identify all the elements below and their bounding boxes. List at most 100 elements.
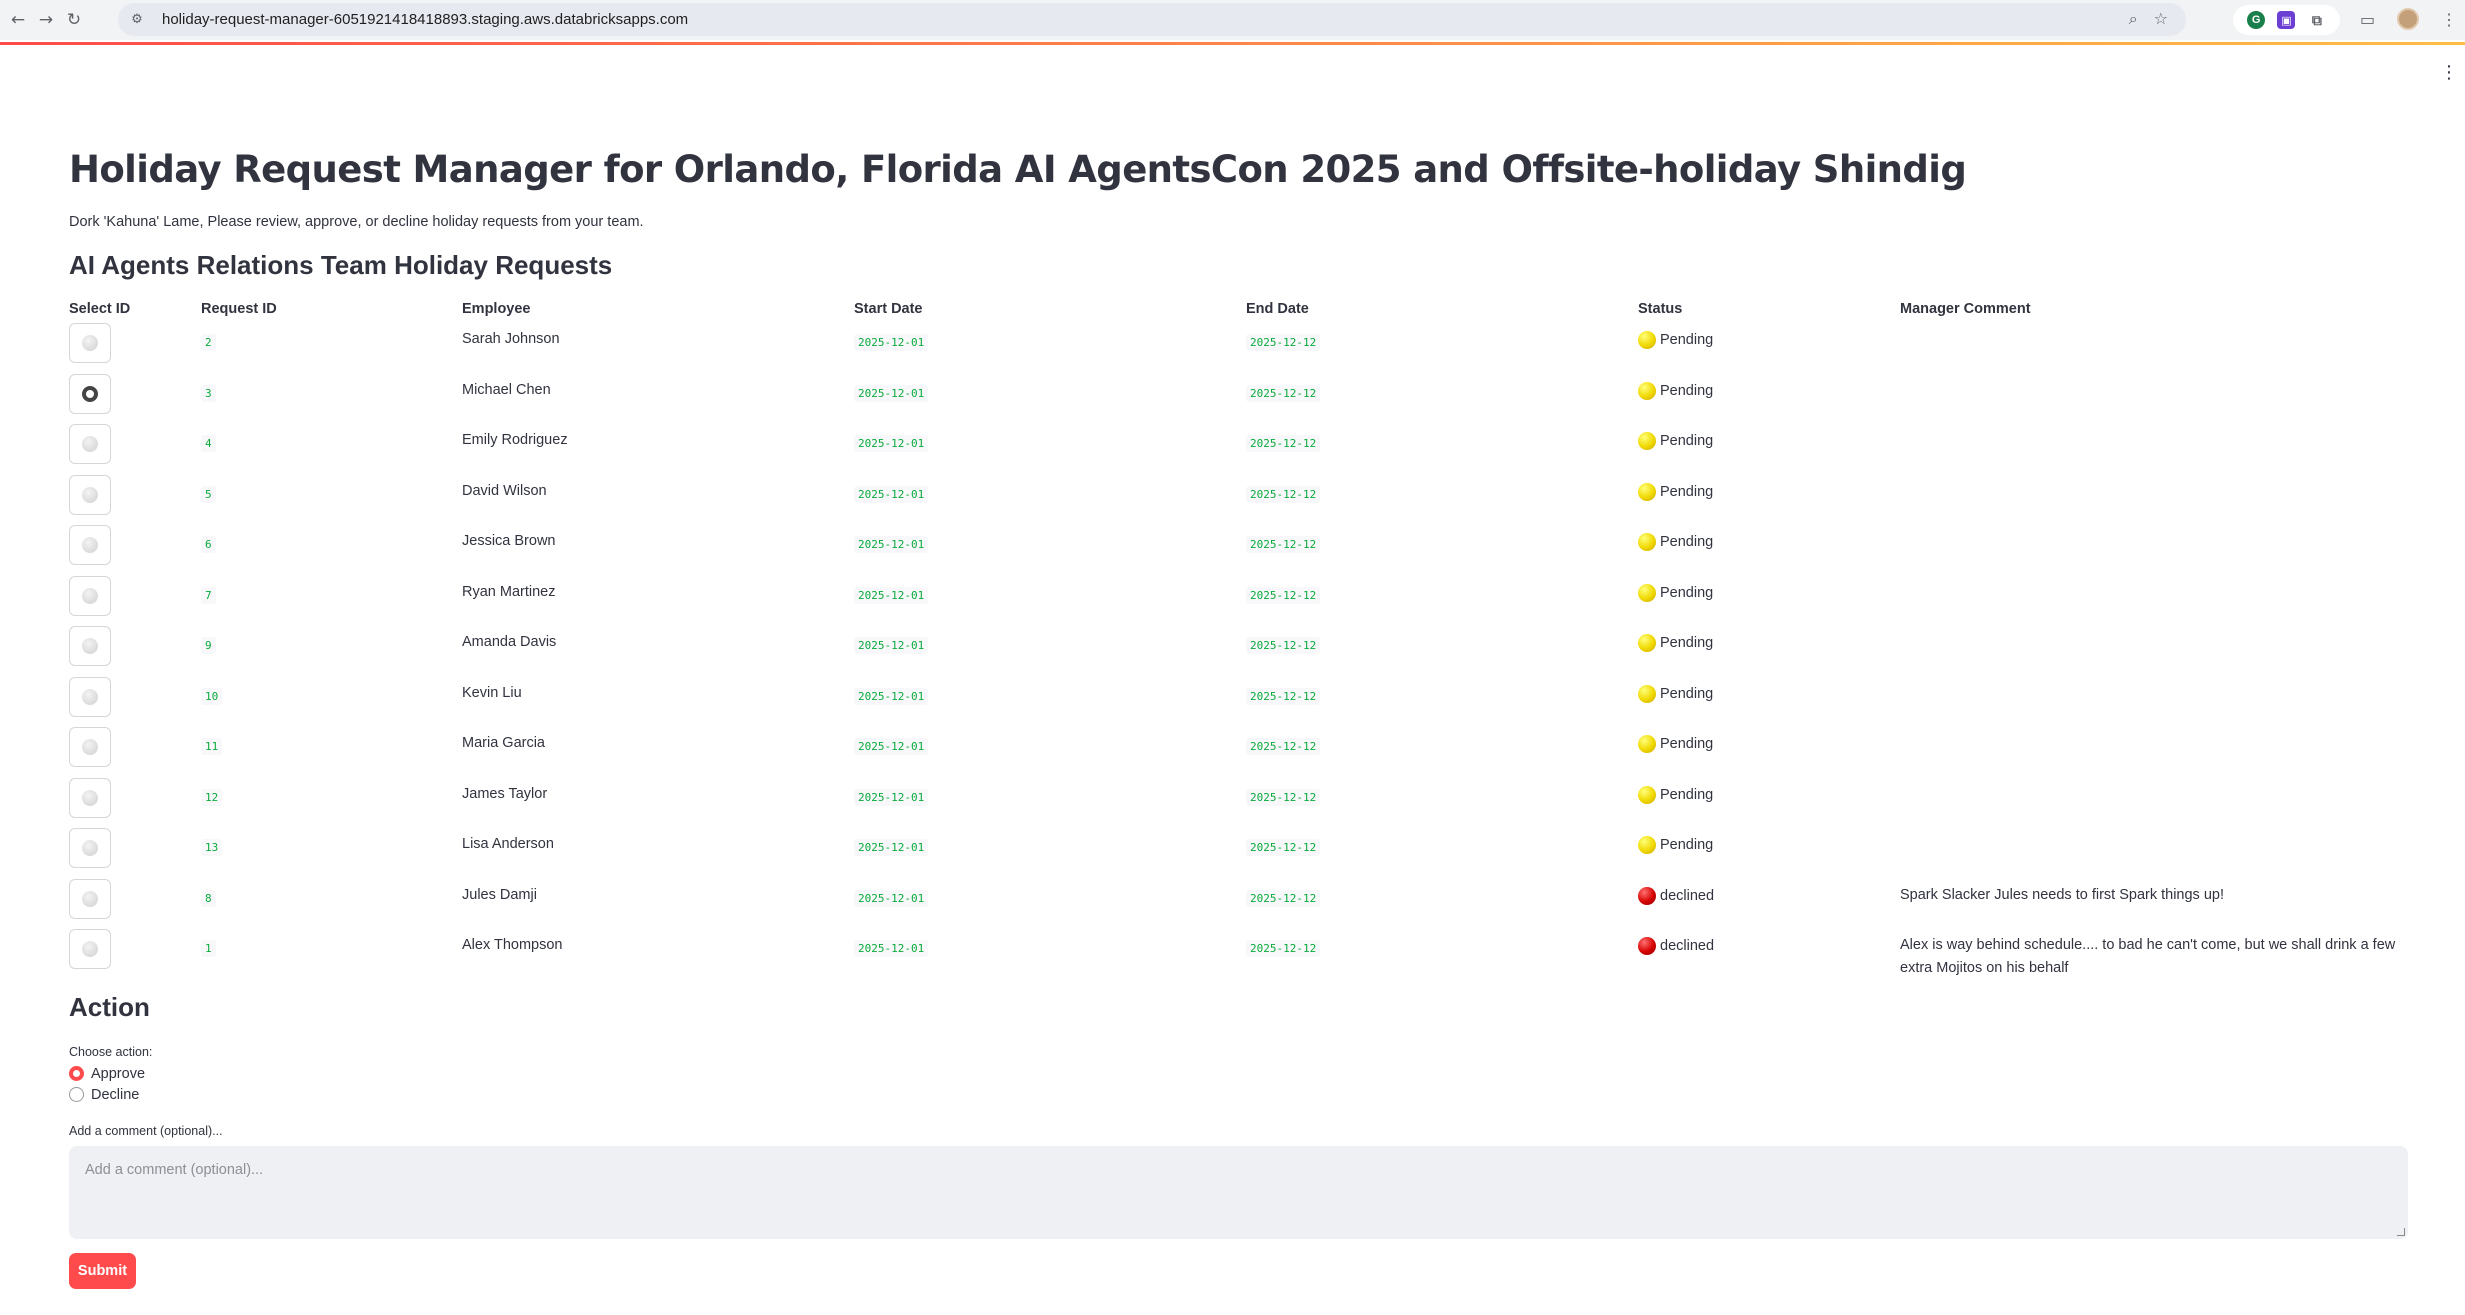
select-radio-box[interactable] [69, 626, 111, 666]
end-date: 2025-12-12 [1246, 384, 1321, 402]
status-text: Pending [1660, 635, 1714, 651]
select-radio-box[interactable] [69, 878, 111, 919]
status-cell: Pending [1638, 527, 1900, 551]
status-badge: declined [1638, 937, 1900, 955]
employee-cell: Amanda Davis [462, 634, 557, 650]
yellow-circle-icon [1638, 583, 1656, 602]
manager-comment-cell: Alex is way behind schedule.... to bad h… [1900, 937, 2396, 976]
requests-table: Select ID Request ID Employee Start Date… [69, 293, 2409, 982]
start-date: 2025-12-01 [854, 738, 929, 755]
select-radio[interactable] [82, 688, 98, 705]
status-text: Pending [1660, 332, 1714, 348]
status-text: Pending [1660, 382, 1714, 399]
employee-cell: Sarah Johnson [462, 331, 560, 347]
approve-label[interactable]: Approve [91, 1066, 145, 1082]
table-header: Select ID Request ID Employee Start Date… [69, 293, 2409, 325]
decline-option[interactable]: Decline [69, 1087, 2409, 1103]
yellow-circle-icon [1638, 735, 1656, 753]
select-radio[interactable] [82, 486, 98, 503]
select-cell [69, 626, 201, 666]
end-date: 2025-12-12 [1246, 738, 1321, 755]
comment-textarea[interactable]: Add a comment (optional)... [69, 1145, 2408, 1239]
select-radio[interactable] [82, 587, 98, 604]
request-id-cell: 11 [201, 729, 462, 755]
request-id-cell: 8 [201, 881, 462, 907]
select-radio[interactable] [82, 941, 98, 957]
start-date: 2025-12-01 [854, 839, 929, 856]
extensions-puzzle-icon[interactable]: ⧉ [2308, 11, 2326, 29]
site-info-icon[interactable]: ⚙ [128, 11, 146, 29]
browser-menu-icon[interactable]: ⋮ [2441, 10, 2457, 29]
select-radio-box[interactable] [69, 929, 111, 969]
select-radio-box[interactable] [69, 373, 111, 414]
select-radio-box[interactable] [69, 828, 111, 868]
status-badge: Pending [1638, 533, 1900, 551]
end-date: 2025-12-12 [1246, 334, 1321, 351]
bookmark-star-icon[interactable]: ☆ [2154, 9, 2168, 29]
start-date-cell: 2025-12-01 [854, 729, 1246, 755]
table-row: 11 Maria Garcia 2025-12-01 2025-12-12 Pe… [69, 727, 2409, 780]
status-cell: Pending [1638, 729, 1900, 753]
approve-option[interactable]: Approve [69, 1066, 2409, 1082]
select-radio-box[interactable] [69, 525, 111, 565]
start-date: 2025-12-01 [854, 788, 929, 806]
yellow-circle-icon [1638, 381, 1656, 400]
manager-comment-cell: Spark Slacker Jules needs to first Spark… [1900, 886, 2224, 903]
select-cell [69, 727, 201, 767]
url-text[interactable]: holiday-request-manager-6051921418418893… [162, 11, 688, 28]
action-section: Action Choose action: Approve Decline Ad… [69, 992, 2409, 1289]
request-id: 9 [201, 637, 216, 654]
manager-comment-cell [1900, 827, 2409, 833]
section-title: AI Agents Relations Team Holiday Request… [69, 250, 613, 280]
extension-grammar-icon[interactable]: G [2247, 11, 2266, 29]
zoom-icon[interactable]: ⌕ [2129, 9, 2138, 29]
address-bar[interactable]: ⚙ holiday-request-manager-60519214184188… [118, 3, 2186, 36]
start-date-cell: 2025-12-01 [854, 426, 1246, 452]
request-id-cell: 10 [201, 679, 462, 705]
profile-avatar[interactable] [2397, 8, 2420, 30]
select-radio[interactable] [82, 537, 98, 553]
employee-cell: Jules Damji [462, 886, 537, 903]
select-radio[interactable] [82, 890, 98, 907]
back-icon[interactable]: ← [8, 10, 28, 30]
tab-search-icon[interactable]: ▭ [2360, 10, 2375, 29]
request-id-cell: 13 [201, 830, 462, 856]
yellow-circle-icon [1638, 432, 1656, 450]
start-date-cell: 2025-12-01 [854, 376, 1246, 402]
end-date-cell: 2025-12-12 [1246, 931, 1638, 957]
select-radio-box[interactable] [69, 676, 111, 717]
select-radio-box[interactable] [69, 777, 111, 818]
select-radio[interactable] [82, 739, 98, 755]
column-header-status: Status [1638, 301, 1683, 317]
table-row: 13 Lisa Anderson 2025-12-01 2025-12-12 P… [69, 827, 2409, 881]
select-radio[interactable] [82, 840, 98, 856]
select-radio[interactable] [82, 335, 98, 351]
forward-icon[interactable]: → [36, 10, 56, 30]
select-cell [69, 676, 201, 717]
select-radio[interactable] [82, 789, 98, 806]
resize-handle[interactable] [2397, 1227, 2405, 1236]
select-radio-box[interactable] [69, 323, 111, 363]
approve-radio[interactable] [69, 1066, 84, 1081]
decline-label[interactable]: Decline [91, 1087, 139, 1103]
decline-radio[interactable] [69, 1087, 84, 1102]
manager-comment-cell [1900, 524, 2409, 530]
request-id: 7 [201, 586, 216, 604]
comment-label: Add a comment (optional)... [69, 1123, 223, 1138]
table-row: 1 Alex Thompson 2025-12-01 2025-12-12 de… [69, 929, 2409, 982]
request-id: 12 [201, 788, 223, 806]
select-radio-box[interactable] [69, 424, 111, 464]
select-radio[interactable] [82, 385, 98, 402]
start-date-cell: 2025-12-01 [854, 527, 1246, 553]
status-cell: Pending [1638, 376, 1900, 400]
select-radio[interactable] [82, 638, 98, 654]
reload-icon[interactable]: ↻ [64, 10, 84, 30]
extension-purple-icon[interactable]: ▣ [2277, 11, 2296, 29]
select-radio[interactable] [82, 436, 98, 452]
column-header-manager-comment: Manager Comment [1900, 301, 2031, 317]
select-radio-box[interactable] [69, 727, 111, 767]
submit-button[interactable]: Submit [69, 1252, 136, 1289]
app-main-menu-icon[interactable]: ⋮ [2440, 64, 2458, 82]
select-radio-box[interactable] [69, 575, 111, 616]
select-radio-box[interactable] [69, 474, 111, 515]
